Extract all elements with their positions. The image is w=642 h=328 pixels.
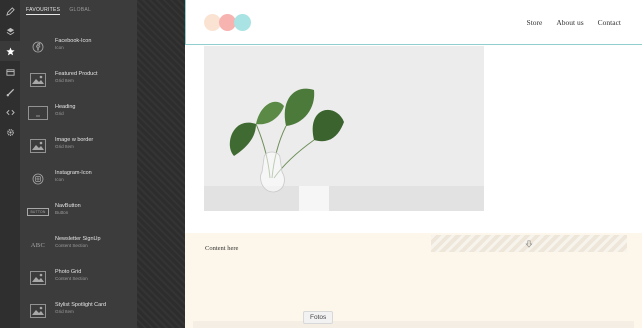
section-name-tag[interactable]: Fotos <box>303 311 334 324</box>
element-name: Newsletter SignUp <box>55 236 101 242</box>
element-featured-product[interactable]: Featured Product Grid Item <box>20 66 137 99</box>
element-name: Heading <box>55 104 76 110</box>
hero-image[interactable] <box>204 46 484 211</box>
element-name: Facebook-Icon <box>55 38 92 44</box>
image-icon <box>28 138 48 154</box>
rail-button-settings[interactable] <box>0 122 20 142</box>
nav-link-contact[interactable]: Contact <box>598 18 621 27</box>
element-type: Icon <box>55 45 64 50</box>
content-text[interactable]: Content here <box>205 245 238 252</box>
element-type: Grid Item <box>55 309 74 314</box>
brush-icon <box>6 88 14 96</box>
element-stylist-spotlight-card[interactable]: Stylist Spotlight Card Grid Item <box>20 297 137 328</box>
element-instagram-icon[interactable]: Instagram-Icon Icon <box>20 165 137 198</box>
element-type: Grid Item <box>55 144 74 149</box>
button-thumb-label: BUTTON <box>27 208 49 216</box>
next-section-strip <box>193 321 634 328</box>
content-section[interactable]: Content here Fotos <box>185 233 642 328</box>
panel-tabs: FAVOURITES GLOBAL <box>26 7 91 15</box>
element-type: Content Section <box>55 276 88 281</box>
site-header[interactable]: Store About us Contact <box>185 0 642 45</box>
element-type: Icon <box>55 177 64 182</box>
layers-icon <box>6 27 14 35</box>
facebook-icon <box>28 39 48 55</box>
tab-favourites[interactable]: FAVOURITES <box>26 7 61 15</box>
tab-global[interactable]: GLOBAL <box>69 7 91 15</box>
element-name: Featured Product <box>55 71 98 77</box>
nav-link-store[interactable]: Store <box>527 18 543 27</box>
element-facebook-icon[interactable]: Facebook-Icon Icon <box>20 33 137 66</box>
gear-icon <box>6 128 14 136</box>
element-navbutton[interactable]: BUTTON NavButton Button <box>20 198 137 231</box>
plant-vase-photo <box>204 46 484 211</box>
logo-circle-teal <box>234 14 251 31</box>
image-icon <box>28 72 48 88</box>
rail-button-code[interactable] <box>0 102 20 122</box>
element-photo-grid[interactable]: Photo Grid Content Section <box>20 264 137 297</box>
library-icon <box>5 68 15 76</box>
page-canvas[interactable]: Store About us Contact Content here Foto… <box>185 0 642 328</box>
image-icon <box>28 303 48 319</box>
site-nav: Store About us Contact <box>527 18 621 27</box>
nav-link-about[interactable]: About us <box>556 18 583 27</box>
image-icon <box>28 270 48 286</box>
code-icon <box>5 109 15 115</box>
button-icon: BUTTON <box>27 204 49 220</box>
element-image-w-border[interactable]: Image w border Grid Item <box>20 132 137 165</box>
elements-panel: FAVOURITES GLOBAL Facebook-Icon Icon Fea… <box>20 0 137 328</box>
element-name: Stylist Spotlight Card <box>55 302 107 308</box>
element-newsletter-signup[interactable]: ABC Newsletter SignUp Content Section <box>20 231 137 264</box>
instagram-icon <box>28 171 48 187</box>
element-type: Grid Item <box>55 78 74 83</box>
tool-rail <box>0 0 20 328</box>
element-type: Button <box>55 210 69 215</box>
element-name: Photo Grid <box>55 269 82 275</box>
text-icon: ABC <box>28 237 48 253</box>
canvas-gutter <box>137 0 185 328</box>
text-thumb-label: ABC <box>30 241 46 249</box>
rail-button-layers[interactable] <box>0 21 20 41</box>
drop-zone[interactable] <box>431 235 627 252</box>
element-name: Image w border <box>55 137 94 143</box>
element-name: Instagram-Icon <box>55 170 92 176</box>
element-type: Content Section <box>55 243 88 248</box>
site-logo[interactable] <box>204 14 252 32</box>
rail-button-favourites[interactable] <box>0 41 20 61</box>
element-type: Grid <box>55 111 64 116</box>
star-icon <box>5 46 15 55</box>
pencil-icon <box>5 6 15 16</box>
rail-button-style[interactable] <box>0 82 20 102</box>
rail-button-edit[interactable] <box>0 1 20 21</box>
heading-icon <box>28 105 48 121</box>
element-name: NavButton <box>55 203 81 209</box>
download-arrow-icon <box>525 239 533 248</box>
rail-button-library[interactable] <box>0 62 20 82</box>
element-heading[interactable]: Heading Grid <box>20 99 137 132</box>
